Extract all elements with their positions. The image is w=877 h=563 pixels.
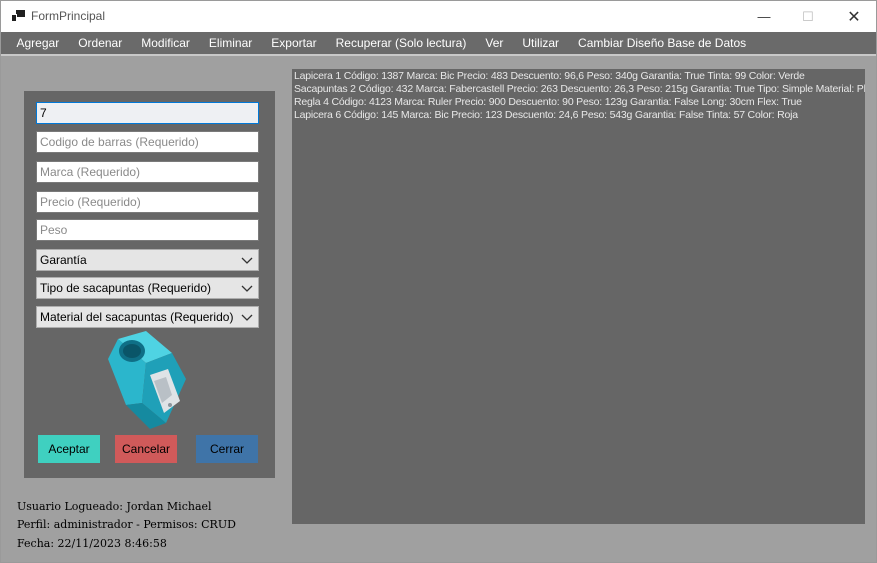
list-item[interactable]: Lapicera 6 Código: 145 Marca: Bic Precio… [294, 109, 863, 122]
product-form-panel: 7 Codigo de barras (Requerido) Marca (Re… [24, 91, 275, 478]
price-input[interactable]: Precio (Requerido) [36, 191, 259, 213]
minimize-button[interactable]: — [741, 1, 787, 32]
close-window-button[interactable]: ✕ [831, 1, 877, 32]
sharpener-material-select[interactable]: Material del sacapuntas (Requerido) [36, 306, 259, 328]
logged-user-label: Usuario Logueado: Jordan Michael [17, 500, 212, 513]
barcode-input[interactable]: Codigo de barras (Requerido) [36, 131, 259, 153]
cancel-button[interactable]: Cancelar [115, 435, 177, 463]
date-label: Fecha: 22/11/2023 8:46:58 [17, 537, 167, 550]
menu-bar: Agregar Ordenar Modificar Eliminar Expor… [1, 32, 876, 56]
list-item[interactable]: Lapicera 1 Código: 1387 Marca: Bic Preci… [294, 70, 863, 83]
menu-ver[interactable]: Ver [476, 31, 513, 55]
main-window: FormPrincipal — ☐ ✕ Agregar Ordenar Modi… [0, 0, 877, 563]
menu-ordenar[interactable]: Ordenar [69, 31, 132, 55]
menu-cambiar-diseno[interactable]: Cambiar Diseño Base de Datos [569, 31, 756, 55]
sharpener-type-select[interactable]: Tipo de sacapuntas (Requerido) [36, 277, 259, 299]
chevron-down-icon [241, 257, 253, 264]
sharpener-type-select-value: Tipo de sacapuntas (Requerido) [40, 281, 211, 295]
chevron-down-icon [241, 314, 253, 321]
menu-utilizar[interactable]: Utilizar [513, 31, 569, 55]
warranty-select[interactable]: Garantía [36, 249, 259, 271]
sharpener-material-select-value: Material del sacapuntas (Requerido) [40, 310, 234, 324]
title-bar[interactable]: FormPrincipal — ☐ ✕ [1, 1, 876, 32]
id-input[interactable]: 7 [36, 102, 259, 124]
products-listbox[interactable]: Lapicera 1 Código: 1387 Marca: Bic Preci… [292, 69, 865, 524]
window-title: FormPrincipal [31, 9, 106, 23]
accept-button[interactable]: Aceptar [38, 435, 100, 463]
chevron-down-icon [241, 285, 253, 292]
menu-modificar[interactable]: Modificar [132, 31, 200, 55]
brand-input[interactable]: Marca (Requerido) [36, 161, 259, 183]
menu-recuperar[interactable]: Recuperar (Solo lectura) [326, 31, 476, 55]
weight-input[interactable]: Peso [36, 219, 259, 241]
close-button[interactable]: Cerrar [196, 435, 258, 463]
pencil-sharpener-icon [108, 331, 186, 429]
list-item[interactable]: Sacapuntas 2 Código: 432 Marca: Fabercas… [294, 83, 865, 96]
menu-exportar[interactable]: Exportar [262, 31, 326, 55]
app-icon [11, 10, 25, 22]
menu-agregar[interactable]: Agregar [7, 31, 69, 55]
maximize-button[interactable]: ☐ [785, 1, 831, 32]
warranty-select-value: Garantía [40, 253, 87, 267]
list-item[interactable]: Regla 4 Código: 4123 Marca: Ruler Precio… [294, 96, 863, 109]
menu-eliminar[interactable]: Eliminar [199, 31, 261, 55]
profile-label: Perfil: administrador - Permisos: CRUD [17, 518, 236, 531]
